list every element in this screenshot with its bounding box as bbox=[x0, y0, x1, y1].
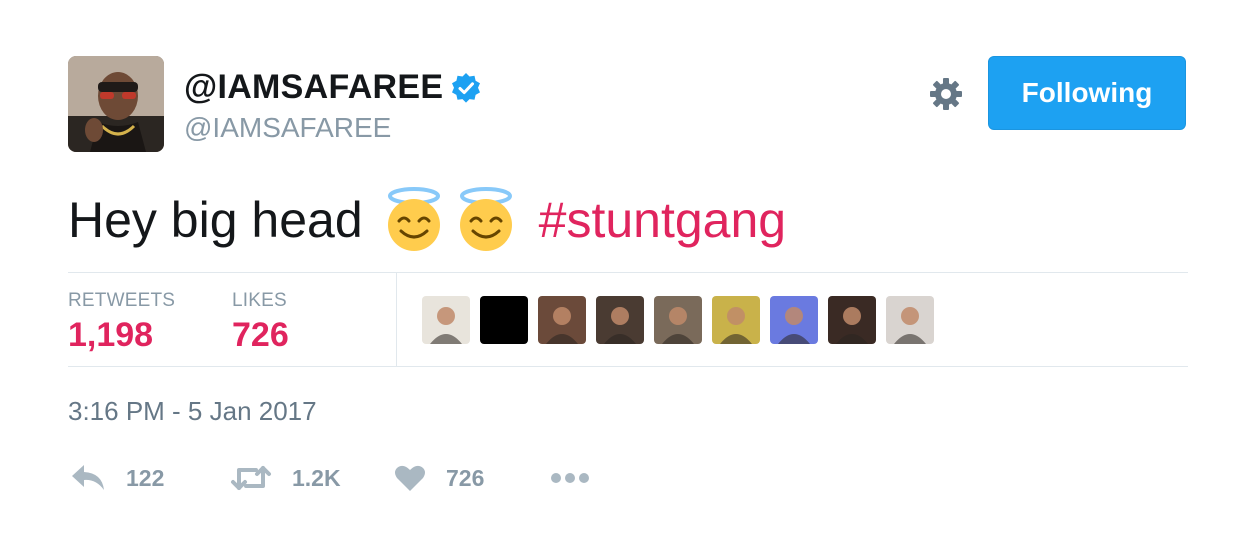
liker-avatar[interactable] bbox=[886, 296, 934, 344]
user-avatar-icon bbox=[770, 296, 818, 344]
smiling-face-with-halo-icon bbox=[459, 187, 512, 251]
heart-icon bbox=[395, 465, 425, 491]
likes-label: LIKES bbox=[232, 290, 287, 311]
retweet-button[interactable]: 1.2K bbox=[230, 458, 341, 498]
tweet-timestamp[interactable]: 3:16 PM - 5 Jan 2017 bbox=[68, 396, 317, 427]
user-avatar-icon bbox=[422, 296, 470, 344]
gear-icon[interactable] bbox=[928, 76, 964, 112]
more-dots-icon bbox=[551, 473, 589, 483]
liker-avatar[interactable] bbox=[538, 296, 586, 344]
hashtag-link[interactable]: #stuntgang bbox=[539, 191, 786, 249]
user-avatar-icon bbox=[480, 296, 528, 344]
stats-divider bbox=[396, 272, 397, 366]
tweet-text: Hey big head #stuntgang bbox=[68, 180, 786, 260]
following-button[interactable]: Following bbox=[988, 56, 1186, 130]
reply-icon bbox=[72, 465, 104, 490]
divider bbox=[68, 366, 1188, 367]
smiling-face-with-halo-icon bbox=[387, 187, 440, 251]
likes-count[interactable]: 726 bbox=[232, 316, 289, 355]
reply-count: 122 bbox=[126, 464, 165, 491]
retweets-label: RETWEETS bbox=[68, 290, 176, 311]
like-button[interactable]: 726 bbox=[394, 458, 484, 498]
user-avatar-icon bbox=[654, 296, 702, 344]
tweet-card: @IAMSAFAREE @IAMSAFAREE Following Hey bi… bbox=[0, 0, 1260, 550]
user-handle[interactable]: @IAMSAFAREE bbox=[184, 112, 391, 144]
user-avatar-icon bbox=[886, 296, 934, 344]
liker-avatars bbox=[422, 296, 944, 344]
liker-avatar[interactable] bbox=[422, 296, 470, 344]
user-avatar-icon bbox=[828, 296, 876, 344]
user-avatar-icon bbox=[596, 296, 644, 344]
tweet-body-text: Hey big head bbox=[68, 192, 363, 248]
liker-avatar[interactable] bbox=[770, 296, 818, 344]
display-name[interactable]: @IAMSAFAREE bbox=[184, 68, 443, 107]
reply-button[interactable]: 122 bbox=[70, 458, 164, 498]
divider bbox=[68, 272, 1188, 273]
liker-avatar[interactable] bbox=[828, 296, 876, 344]
user-avatar-icon bbox=[538, 296, 586, 344]
like-count: 726 bbox=[446, 464, 485, 491]
liker-avatar[interactable] bbox=[480, 296, 528, 344]
user-avatar-icon bbox=[712, 296, 760, 344]
more-button[interactable] bbox=[550, 458, 590, 498]
verified-badge-icon bbox=[452, 73, 480, 103]
liker-avatar[interactable] bbox=[596, 296, 644, 344]
liker-avatar[interactable] bbox=[654, 296, 702, 344]
retweet-count: 1.2K bbox=[292, 464, 341, 491]
retweet-icon bbox=[231, 466, 271, 490]
avatar[interactable] bbox=[68, 56, 164, 152]
retweets-count[interactable]: 1,198 bbox=[68, 316, 153, 355]
liker-avatar[interactable] bbox=[712, 296, 760, 344]
